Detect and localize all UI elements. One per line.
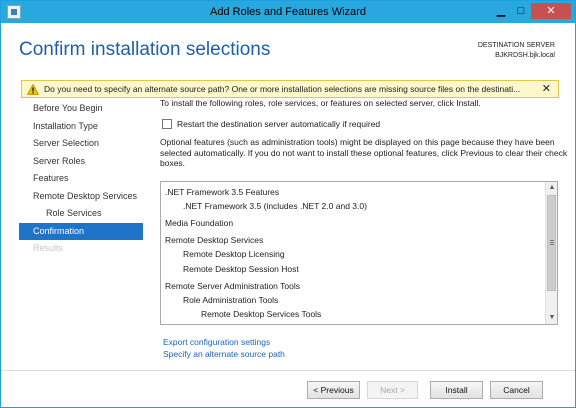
warning-text: Do you need to specify an alternate sour…	[44, 84, 521, 94]
warning-icon	[27, 84, 39, 95]
next-button: Next >	[367, 381, 418, 399]
grip-icon	[550, 240, 554, 241]
wizard-steps-nav: Before You Begin Installation Type Serve…	[19, 100, 143, 258]
scroll-up-icon[interactable]: ▲	[546, 182, 557, 194]
destination-server-host: BJKRDSH.bjk.local	[495, 52, 555, 59]
selected-features-list[interactable]: .NET Framework 3.5 Features .NET Framewo…	[160, 181, 558, 325]
nav-item-before-you-begin[interactable]: Before You Begin	[19, 100, 143, 118]
warning-bar: Do you need to specify an alternate sour…	[21, 80, 559, 98]
previous-button[interactable]: < Previous	[307, 381, 360, 399]
close-button[interactable]: ✕	[531, 3, 571, 19]
alternate-source-path-link[interactable]: Specify an alternate source path	[163, 349, 285, 359]
nav-item-installation-type[interactable]: Installation Type	[19, 118, 143, 136]
scroll-thumb[interactable]	[547, 195, 556, 291]
nav-item-confirmation[interactable]: Confirmation	[19, 222, 143, 240]
list-item: Role Administration Tools	[183, 295, 279, 305]
intro-text: To install the following roles, role ser…	[160, 98, 481, 108]
warning-close-icon[interactable]: ✕	[542, 82, 551, 95]
list-item: Remote Desktop Session Host	[183, 264, 299, 274]
list-item: .NET Framework 3.5 Features	[165, 187, 280, 197]
list-item: Remote Desktop Services Tools	[201, 309, 322, 319]
minimize-button[interactable]: ▁	[491, 3, 511, 19]
destination-server-label: DESTINATION SERVER	[477, 42, 555, 49]
footer-divider	[1, 370, 575, 371]
list-item: Remote Desktop Licensing	[183, 249, 285, 259]
window-title: Add Roles and Features Wizard	[210, 6, 366, 18]
restart-checkbox[interactable]	[162, 119, 172, 129]
cancel-button[interactable]: Cancel	[490, 381, 543, 399]
export-configuration-link[interactable]: Export configuration settings	[163, 337, 270, 347]
list-item: Media Foundation	[165, 218, 234, 228]
list-item: Remote Desktop Services	[165, 235, 264, 245]
page-title: Confirm installation selections	[19, 39, 271, 60]
title-bar: Add Roles and Features Wizard ▁ □ ✕	[1, 1, 575, 23]
nav-item-server-selection[interactable]: Server Selection	[19, 135, 143, 153]
nav-item-results: Results	[33, 243, 64, 253]
maximize-button[interactable]: □	[511, 3, 531, 19]
scroll-down-icon[interactable]: ▼	[546, 312, 557, 324]
nav-item-server-roles[interactable]: Server Roles	[19, 153, 143, 171]
vertical-scrollbar[interactable]: ▲ ▼	[545, 182, 557, 324]
nav-item-role-services[interactable]: Role Services	[19, 205, 143, 223]
features-list-content: .NET Framework 3.5 Features .NET Framewo…	[161, 182, 545, 324]
wizard-window: Add Roles and Features Wizard ▁ □ ✕ Conf…	[0, 0, 576, 408]
nav-item-features[interactable]: Features	[19, 170, 143, 188]
install-button[interactable]: Install	[430, 381, 483, 399]
list-item: .NET Framework 3.5 (includes .NET 2.0 an…	[183, 201, 367, 211]
restart-checkbox-label[interactable]: Restart the destination server automatic…	[177, 119, 380, 129]
optional-features-text: Optional features (such as administratio…	[160, 137, 568, 168]
nav-item-remote-desktop-services[interactable]: Remote Desktop Services	[19, 188, 143, 206]
list-item: Remote Server Administration Tools	[165, 281, 300, 291]
